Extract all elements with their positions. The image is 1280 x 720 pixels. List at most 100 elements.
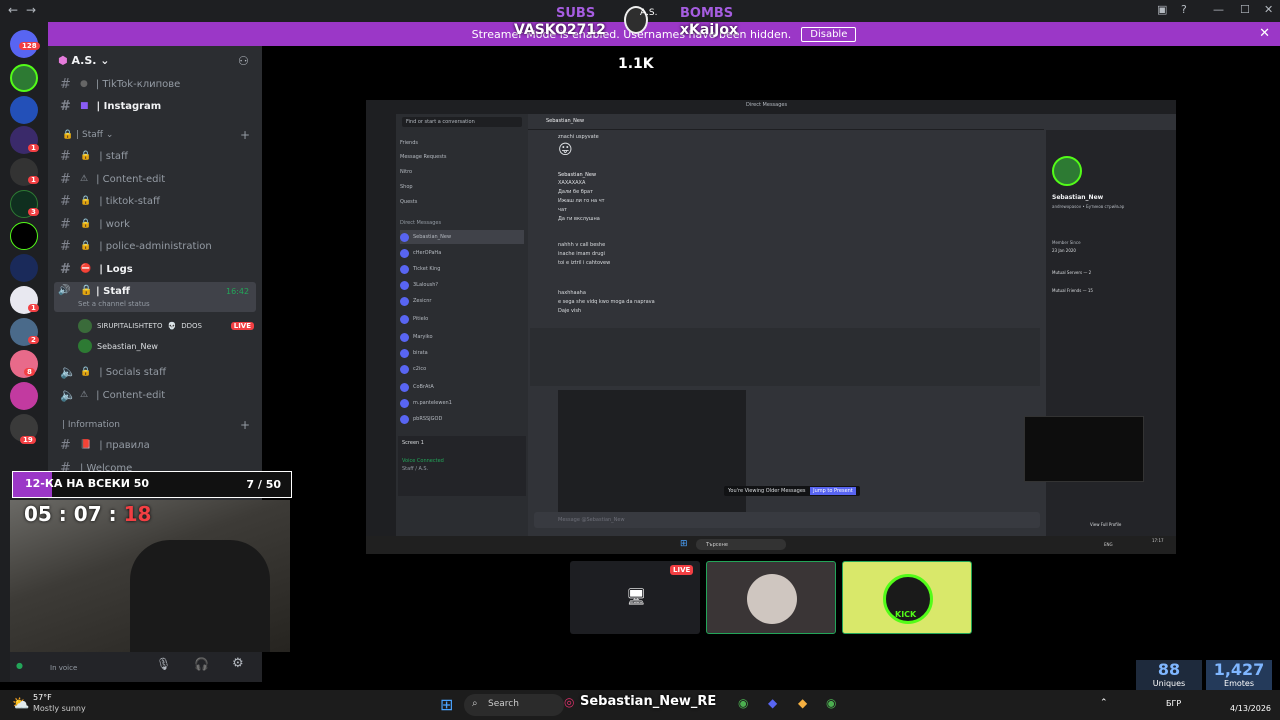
voice-user[interactable]: Sebastian_New [78, 338, 254, 354]
shared-dm-item: Zesicnr [400, 294, 524, 308]
channel-staff[interactable]: # 🔒 | staff [60, 148, 128, 164]
shared-voice-path: Staff / A.S. [402, 466, 429, 472]
participant-tile-user[interactable] [706, 561, 836, 634]
shared-dm-header: Direct Messages [400, 220, 442, 226]
server-icon[interactable] [10, 382, 38, 410]
voice-channel-staff[interactable]: 🔊 🔒 | Staff 16:42 Set a channel status [54, 282, 256, 312]
windows-taskbar: ⛅ 57°F Mostly sunny ⊞ ⌕ Search ◎ Sebasti… [0, 690, 1280, 720]
shared-message: toi e iztril i cahtovew [558, 260, 611, 266]
shared-screen-label: Screen 1 [402, 440, 424, 446]
category-information[interactable]: | Information [62, 420, 120, 430]
shared-message: XAXAXAXA [558, 180, 586, 186]
minimize-icon[interactable]: — [1213, 3, 1224, 16]
close-banner-icon[interactable]: ✕ [1259, 26, 1270, 41]
channel-label: | Logs [99, 263, 133, 275]
kick-label: KICK [895, 610, 917, 619]
channel-rules[interactable]: # 📕 | правила [60, 437, 150, 453]
server-icon[interactable] [10, 222, 38, 250]
voice-channel-socials-staff[interactable]: 🔈 🔒 | Socials staff [60, 364, 166, 380]
subs-label: SUBS [556, 6, 596, 21]
participant-tile-screen[interactable]: LIVE 🖥 [570, 561, 700, 634]
shared-server-rail [366, 114, 396, 536]
voice-channel-content-edit[interactable]: 🔈 ⚠ | Content-edit [60, 387, 165, 403]
channel-instagram[interactable]: # ■ | Instagram [60, 98, 161, 114]
hash-icon: # [60, 148, 71, 164]
shared-message: nahhh v call beshe [558, 242, 606, 248]
screen-share-stream[interactable]: Direct Messages Find or start a conversa… [366, 100, 1176, 554]
channel-logs[interactable]: # ⛔ | Logs [60, 261, 133, 277]
channel-content-edit[interactable]: # ⚠ | Content-edit [60, 171, 165, 187]
disable-streamer-mode-button[interactable]: Disable [801, 26, 857, 42]
weather-temp[interactable]: 57°F [33, 693, 52, 702]
voice-user[interactable]: SIRUPITALISHTETO 💀 DDOS LIVE [78, 318, 254, 334]
overlay-center-label: A.S. [640, 8, 658, 18]
taskbar-search-box[interactable]: ⌕ Search [464, 694, 564, 716]
category-staff[interactable]: 🔒 | Staff ⌄ [62, 130, 113, 140]
channel-work[interactable]: # 🔒 | work [60, 216, 130, 232]
forward-button[interactable]: → [26, 3, 36, 17]
unread-badge: 128 [19, 42, 40, 50]
shared-dm-item: Sebastian_New [400, 230, 524, 244]
shared-search-bar: Find or start a conversation [396, 114, 528, 130]
server-icon[interactable] [10, 96, 38, 124]
server-icon[interactable] [10, 254, 38, 282]
lock-icon: 🔒 [80, 241, 92, 251]
shared-dm-item: pbRSSJGOD [400, 412, 524, 426]
app-icon[interactable]: ◆ [798, 696, 807, 710]
app-icon[interactable]: ◆ [768, 696, 777, 710]
skull-icon: 💀 [167, 322, 177, 330]
shared-message-input: Message @Sebastian_New [534, 512, 1040, 528]
shared-menu-item: Quests [400, 199, 418, 205]
channel-label: | Instagram [96, 100, 162, 112]
windows-start-icon: ⊞ [680, 539, 688, 549]
weather-condition[interactable]: Mostly sunny [33, 704, 86, 713]
chrome-icon[interactable]: ◉ [826, 696, 836, 710]
avatar [747, 574, 797, 624]
channel-tiktok-staff[interactable]: # 🔒 | tiktok-staff [60, 193, 160, 209]
tray-chevron-icon[interactable]: ⌃ [1100, 698, 1108, 708]
user-tag: DDOS [181, 322, 202, 330]
add-channel-icon[interactable]: + [240, 418, 250, 432]
mention-badge: 3 [28, 208, 39, 216]
voice-status-panel: ● In voice 🎙 🎧 ⚙ [10, 652, 262, 682]
maximize-icon[interactable]: ☐ [1240, 3, 1250, 16]
shared-dm-item: m.pantelewen1 [400, 396, 524, 410]
taskbar-date[interactable]: 4/13/2026 [1230, 704, 1271, 713]
stream-timer: 05 : 07 : 18 [24, 502, 152, 526]
shared-message: чат [558, 207, 567, 213]
channel-label: | work [99, 218, 130, 230]
microphone-icon[interactable]: 🎙 [156, 657, 171, 671]
windows-start-icon[interactable]: ⊞ [440, 695, 453, 714]
lock-icon: 🔒 [62, 130, 74, 140]
bombs-name: xKaiJox [680, 22, 738, 38]
window-close-icon[interactable]: ✕ [1264, 3, 1273, 16]
shared-menu-item: Nitro [400, 169, 413, 175]
server-name-header[interactable]: ⬢ A.S. ⌄ [58, 54, 110, 67]
back-button[interactable]: ← [8, 3, 18, 17]
participant-tile-user[interactable]: KICK [842, 561, 972, 634]
shared-dm-item: 3Laloush? [400, 278, 524, 292]
settings-gear-icon[interactable]: ⚙ [232, 656, 244, 671]
server-icon-as[interactable] [10, 64, 38, 92]
inbox-icon[interactable]: ▣ [1157, 3, 1167, 16]
channel-label: | Content-edit [96, 389, 166, 401]
channel-police-administration[interactable]: # 🔒 | police-administration [60, 238, 212, 254]
sub-goal-bar: 12-КА НА ВСЕКИ 50 7 / 50 [12, 471, 292, 498]
shared-reply-block [530, 328, 1040, 386]
set-channel-status[interactable]: Set a channel status [78, 300, 150, 308]
shared-message: Daje vish [558, 308, 582, 314]
avatar [78, 339, 92, 353]
shared-dm-item: Ticket King [400, 262, 524, 276]
channel-label: | police-administration [99, 240, 212, 252]
add-member-icon[interactable]: ⚇ [238, 54, 249, 68]
lock-icon: 🔒 [80, 151, 92, 161]
add-channel-icon[interactable]: + [240, 128, 250, 142]
input-language[interactable]: БГР [1166, 699, 1181, 708]
channel-label: | tiktok-staff [99, 195, 160, 207]
chrome-icon[interactable]: ◉ [738, 696, 748, 710]
shared-mutual-servers: Mutual Servers — 2 [1052, 270, 1092, 275]
help-icon[interactable]: ? [1181, 3, 1187, 16]
headphones-icon[interactable]: 🎧 [194, 657, 209, 671]
channel-tiktok[interactable]: # ● | TikTok-клипове [60, 76, 180, 92]
mention-badge: 19 [20, 436, 36, 444]
